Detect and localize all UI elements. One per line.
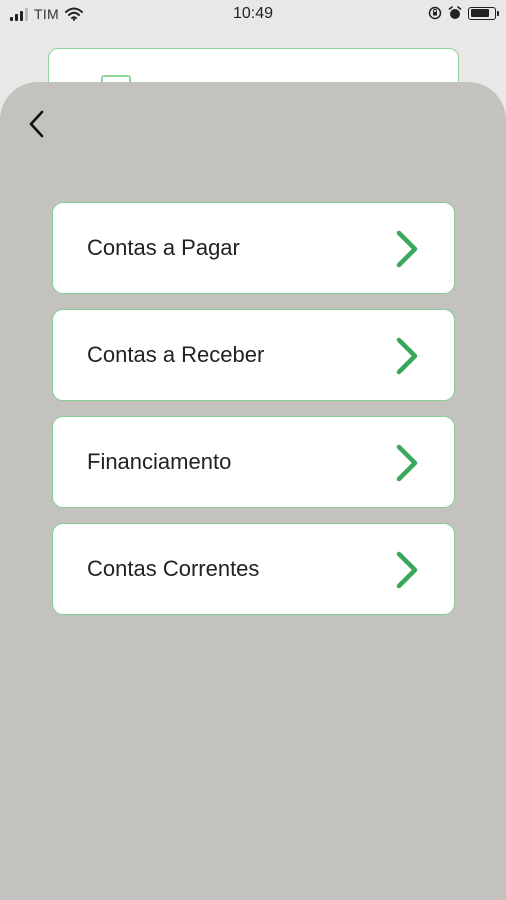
menu-item-label: Contas Correntes <box>87 556 260 581</box>
battery-icon <box>468 6 499 20</box>
chevron-left-icon <box>29 110 44 138</box>
menu-item-label: Financiamento <box>87 449 232 474</box>
status-bar: TIM 10:49 <box>0 0 506 30</box>
battery-fill <box>470 9 490 17</box>
chevron-right-icon <box>396 551 418 589</box>
app-screen: TIM 10:49 Contas a Pagar Contas a Recebe… <box>0 0 506 900</box>
back-button[interactable] <box>18 104 54 144</box>
status-right <box>428 6 499 20</box>
menu-list: Contas a Pagar Contas a Receber Financia… <box>52 202 455 630</box>
menu-item-contas-a-receber[interactable]: Contas a Receber <box>52 309 455 401</box>
chevron-right-icon <box>396 444 418 482</box>
menu-item-label: Contas a Pagar <box>87 235 240 260</box>
menu-item-contas-a-pagar[interactable]: Contas a Pagar <box>52 202 455 294</box>
menu-item-label: Contas a Receber <box>87 342 265 367</box>
chevron-right-icon <box>396 337 418 375</box>
orientation-lock-icon <box>428 6 442 20</box>
menu-item-contas-correntes[interactable]: Contas Correntes <box>52 523 455 615</box>
chevron-right-icon <box>396 230 418 268</box>
alarm-icon <box>448 6 462 19</box>
menu-sheet: Contas a Pagar Contas a Receber Financia… <box>0 82 506 900</box>
menu-item-financiamento[interactable]: Financiamento <box>52 416 455 508</box>
